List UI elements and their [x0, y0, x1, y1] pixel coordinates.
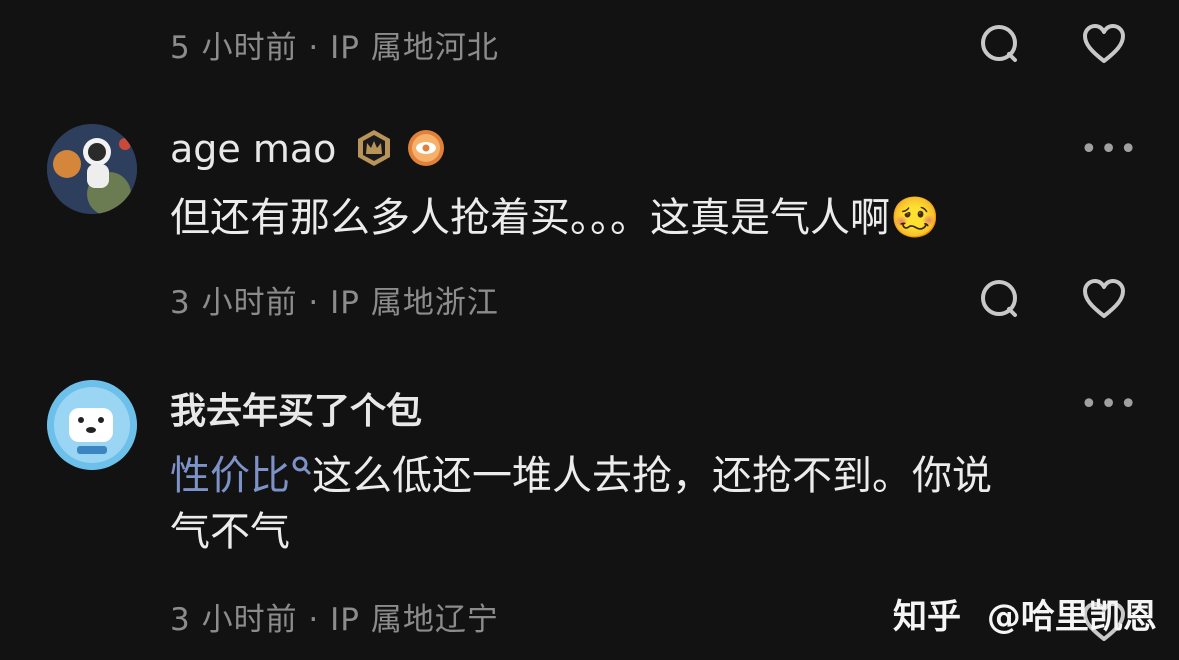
- search-icon[interactable]: [290, 454, 312, 484]
- comment-text: 但还有那么多人抢着买。。。这真是气人啊🥴: [170, 190, 940, 246]
- eye-badge-icon: [406, 128, 446, 168]
- dog-avatar-image: [47, 380, 137, 470]
- reply-bubble-icon: [981, 25, 1017, 62]
- watermark-author: @哈里凯恩: [986, 597, 1157, 637]
- avatar[interactable]: [47, 380, 137, 470]
- heart-icon: [1083, 24, 1125, 63]
- reply-button[interactable]: [975, 275, 1023, 323]
- comment-meta: 3 小时前 · IP 属地辽宁: [170, 602, 499, 638]
- comment-body: 这么低还一堆人去抢，还抢不到。你说: [312, 453, 992, 499]
- username[interactable]: age mao: [170, 127, 336, 171]
- watermark-brand: 知乎: [893, 597, 961, 637]
- more-options-button[interactable]: •••: [1080, 387, 1139, 422]
- crown-badge-icon: [354, 128, 394, 168]
- like-button[interactable]: [1080, 275, 1128, 323]
- comment-text: 性价比 这么低还一堆人去抢，还抢不到。你说 气不气: [170, 448, 1120, 560]
- astronaut-avatar-image: [47, 124, 137, 214]
- comment-meta: 5 小时前 · IP 属地河北: [170, 30, 499, 66]
- reply-bubble-icon: [981, 280, 1017, 317]
- comment-body: 但还有那么多人抢着买。。。这真是气人啊: [170, 195, 890, 241]
- avatar[interactable]: [47, 124, 137, 214]
- more-options-button[interactable]: •••: [1080, 132, 1139, 167]
- comment-meta: 3 小时前 · IP 属地浙江: [170, 285, 499, 321]
- username[interactable]: 我去年买了个包: [170, 382, 422, 434]
- search-link[interactable]: 性价比: [170, 453, 290, 499]
- reply-button[interactable]: [975, 20, 1023, 68]
- woozy-face-emoji: 🥴: [890, 195, 940, 241]
- watermark: 知乎 @哈里凯恩: [893, 589, 1157, 638]
- comment-body-continued: 气不气: [170, 509, 290, 555]
- heart-icon: [1083, 279, 1125, 318]
- like-button[interactable]: [1080, 20, 1128, 68]
